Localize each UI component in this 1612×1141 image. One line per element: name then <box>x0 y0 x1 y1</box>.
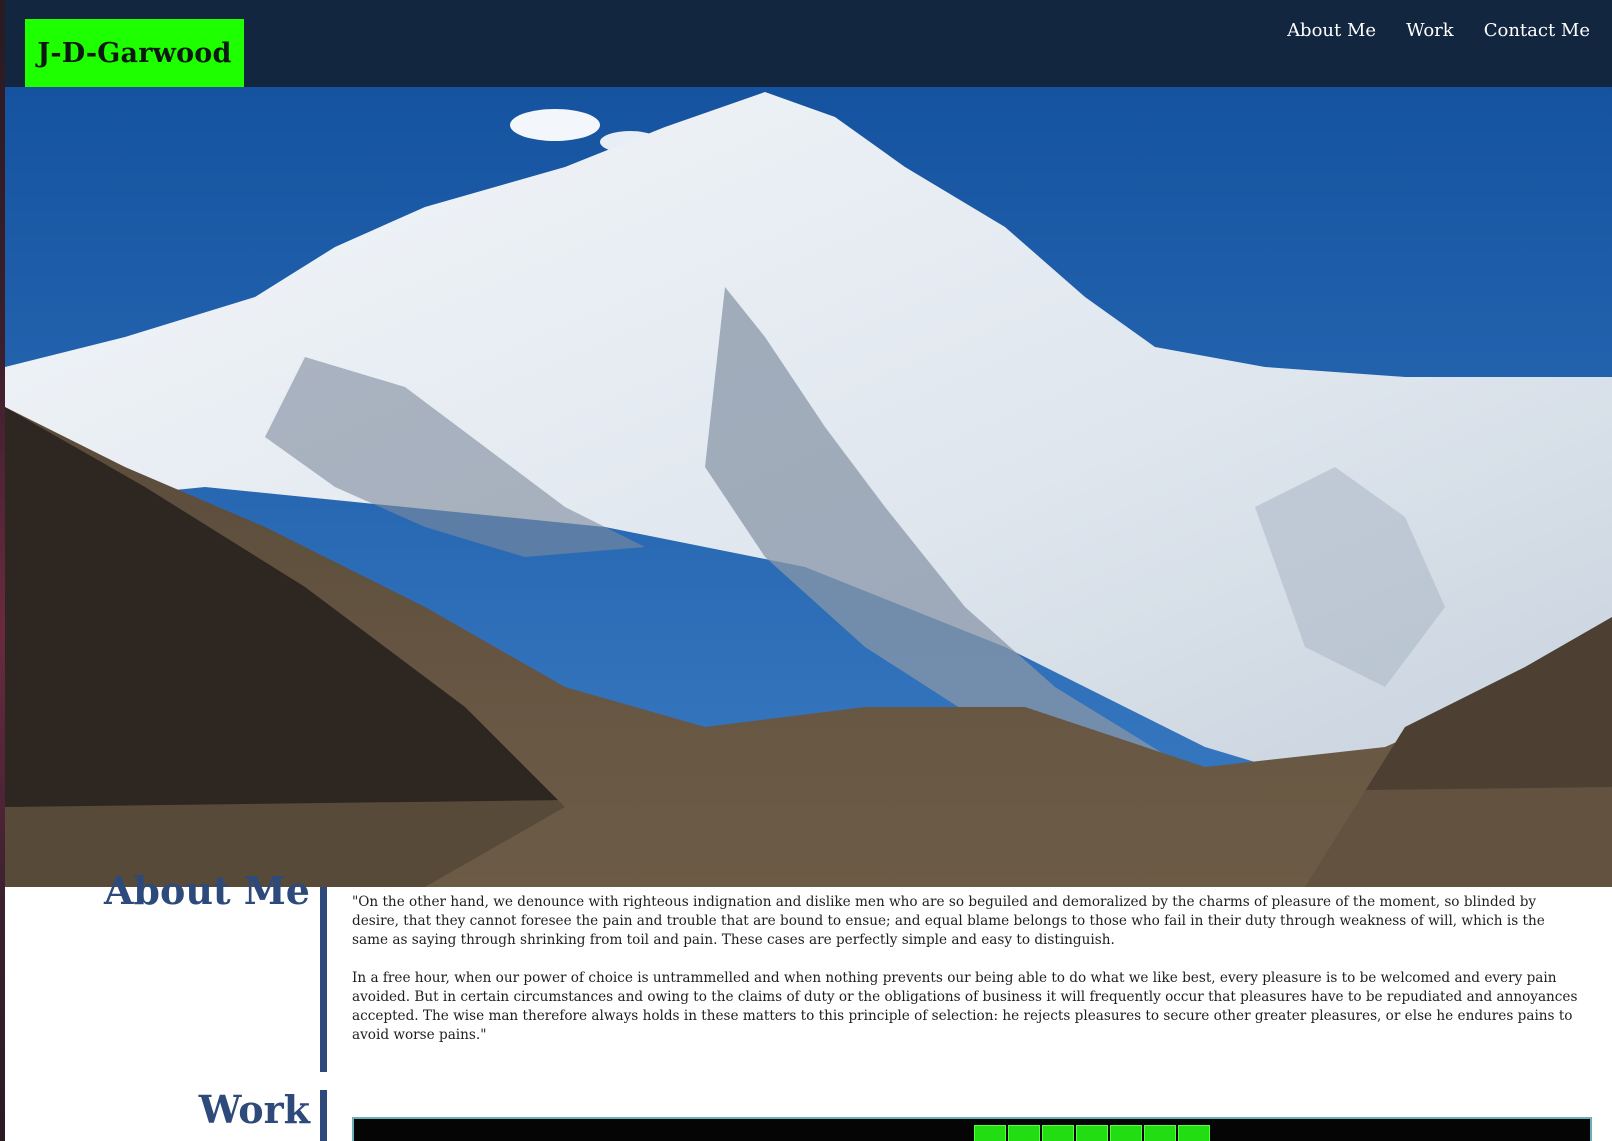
preview-block <box>1008 1125 1040 1141</box>
about-me-divider <box>320 887 327 1072</box>
mountain-illustration <box>5 87 1612 887</box>
preview-block <box>1076 1125 1108 1141</box>
work-preview-frame[interactable] <box>352 1117 1592 1141</box>
preview-block <box>1178 1125 1210 1141</box>
hero-mountain-image <box>5 87 1612 887</box>
nav-link-about-me[interactable]: About Me <box>1287 20 1376 41</box>
about-me-heading: About Me <box>103 868 310 913</box>
work-divider <box>320 1090 327 1141</box>
nav-link-work[interactable]: Work <box>1406 20 1454 41</box>
preview-block <box>1144 1125 1176 1141</box>
work-preview-bars <box>974 1125 1210 1141</box>
about-paragraph-1: "On the other hand, we denounce with rig… <box>352 894 1545 948</box>
about-me-text: "On the other hand, we denounce with rig… <box>352 893 1584 1064</box>
preview-block <box>1110 1125 1142 1141</box>
site-header: J-D-Garwood About Me Work Contact Me <box>5 0 1612 87</box>
site-logo[interactable]: J-D-Garwood <box>25 19 244 87</box>
about-paragraph-2: In a free hour, when our power of choice… <box>352 970 1578 1043</box>
main-nav: About Me Work Contact Me <box>1287 20 1590 41</box>
nav-link-contact-me[interactable]: Contact Me <box>1484 20 1590 41</box>
page: J-D-Garwood About Me Work Contact Me Abo… <box>0 0 1612 1141</box>
preview-block <box>1042 1125 1074 1141</box>
work-heading: Work <box>198 1087 310 1132</box>
preview-block <box>974 1125 1006 1141</box>
